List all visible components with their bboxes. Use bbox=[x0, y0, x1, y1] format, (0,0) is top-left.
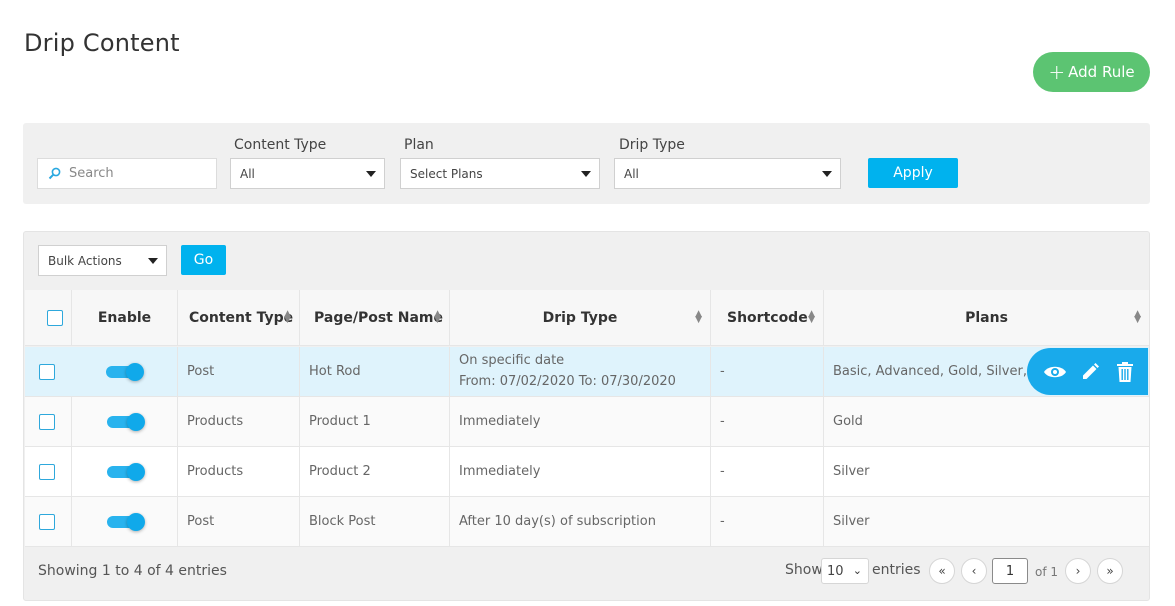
page-count-label: of 1 bbox=[1035, 565, 1059, 579]
drip-type-detail: From: 07/02/2020 To: 07/30/2020 bbox=[459, 374, 676, 389]
prev-page-button[interactable]: ‹ bbox=[961, 558, 987, 584]
enable-toggle[interactable] bbox=[107, 462, 145, 481]
search-placeholder: Search bbox=[69, 166, 114, 181]
content-type-select[interactable]: All bbox=[230, 158, 385, 189]
page-length-value: 10 bbox=[827, 563, 844, 579]
table-header: Enable Content Type ▲ ▼ Page/Post Name ▲ ▼… bbox=[25, 290, 1149, 346]
caret-down-icon bbox=[581, 171, 591, 177]
sort-icon: ▲ ▼ bbox=[284, 309, 291, 325]
next-page-button[interactable]: › bbox=[1065, 558, 1091, 584]
header-enable: Enable bbox=[71, 290, 177, 345]
drip-type-value: All bbox=[624, 166, 639, 181]
plan-value: Select Plans bbox=[410, 166, 483, 181]
row-checkbox[interactable] bbox=[39, 363, 55, 380]
bulk-actions-value: Bulk Actions bbox=[48, 253, 122, 268]
table-row[interactable]: Products Product 2 Immediately - Silver bbox=[25, 447, 1149, 497]
header-checkbox-cell bbox=[25, 290, 71, 345]
drip-type-select[interactable]: All bbox=[614, 158, 841, 189]
name-cell: Block Post bbox=[299, 497, 449, 546]
table-row[interactable]: Products Product 1 Immediately - Gold bbox=[25, 397, 1149, 447]
table-row[interactable]: Post Block Post After 10 day(s) of subsc… bbox=[25, 497, 1149, 547]
shortcode-cell: - bbox=[710, 397, 823, 446]
enable-toggle[interactable] bbox=[107, 412, 145, 431]
content-type-cell: Products bbox=[177, 397, 299, 446]
add-rule-label: Add Rule bbox=[1068, 63, 1135, 81]
caret-down-icon bbox=[148, 258, 158, 264]
sort-icon: ▲ ▼ bbox=[1134, 309, 1141, 325]
table-row[interactable]: Post Hot Rod On specific date From: 07/0… bbox=[25, 347, 1149, 397]
header-plans[interactable]: Plans ▲ ▼ bbox=[823, 290, 1149, 345]
caret-down-icon bbox=[366, 171, 376, 177]
apply-button[interactable]: Apply bbox=[868, 158, 958, 188]
table-panel: Bulk Actions Go Enable Content Type ▲ ▼ P… bbox=[23, 231, 1150, 601]
show-label: Show bbox=[785, 562, 823, 578]
caret-down-icon bbox=[822, 171, 832, 177]
header-shortcode-label: Shortcode bbox=[727, 309, 808, 326]
row-checkbox[interactable] bbox=[39, 463, 55, 480]
header-page-post-name[interactable]: Page/Post Name ▲ ▼ bbox=[299, 290, 449, 345]
shortcode-cell: - bbox=[710, 347, 823, 396]
shortcode-cell: - bbox=[710, 497, 823, 546]
shortcode-cell: - bbox=[710, 447, 823, 496]
drip-type-cell: On specific date From: 07/02/2020 To: 07… bbox=[449, 347, 710, 396]
go-button[interactable]: Go bbox=[181, 245, 226, 275]
plans-cell: Gold bbox=[823, 397, 1149, 446]
drip-type-cell: After 10 day(s) of subscription bbox=[449, 497, 710, 546]
plus-icon: + bbox=[1048, 60, 1066, 84]
pencil-icon[interactable] bbox=[1078, 360, 1102, 384]
name-cell: Product 2 bbox=[299, 447, 449, 496]
drip-type-label: Drip Type bbox=[619, 137, 685, 153]
header-drip-type[interactable]: Drip Type ▲ ▼ bbox=[449, 290, 710, 345]
plans-cell: Silver bbox=[823, 497, 1149, 546]
content-type-label: Content Type bbox=[234, 137, 327, 153]
page-length-select[interactable]: 10 ⌄ bbox=[821, 558, 869, 584]
drip-type-cell: Immediately bbox=[449, 397, 710, 446]
content-type-value: All bbox=[240, 166, 255, 181]
header-shortcode[interactable]: Shortcode ▲ ▼ bbox=[710, 290, 823, 345]
drip-type-cell: Immediately bbox=[449, 447, 710, 496]
table-info: Showing 1 to 4 of 4 entries bbox=[38, 563, 227, 579]
header-page-post-name-label: Page/Post Name bbox=[314, 309, 443, 326]
sort-icon: ▲ ▼ bbox=[695, 309, 702, 325]
trash-icon[interactable] bbox=[1113, 360, 1137, 384]
row-actions bbox=[1027, 348, 1148, 395]
row-checkbox[interactable] bbox=[39, 413, 55, 430]
search-input[interactable]: Search bbox=[37, 158, 217, 189]
search-icon bbox=[48, 167, 61, 180]
enable-toggle[interactable] bbox=[106, 362, 144, 381]
chevron-down-icon: ⌄ bbox=[852, 564, 862, 577]
row-checkbox[interactable] bbox=[39, 513, 55, 530]
sort-icon: ▲ ▼ bbox=[808, 309, 815, 325]
drip-type-text: On specific date bbox=[459, 353, 565, 368]
content-type-cell: Post bbox=[177, 497, 299, 546]
select-all-checkbox[interactable] bbox=[47, 309, 63, 326]
header-plans-label: Plans bbox=[965, 309, 1008, 326]
page-number-input[interactable]: 1 bbox=[992, 558, 1028, 584]
plans-cell: Silver bbox=[823, 447, 1149, 496]
enable-toggle[interactable] bbox=[107, 512, 145, 531]
header-drip-type-label: Drip Type bbox=[542, 309, 618, 326]
last-page-button[interactable]: » bbox=[1097, 558, 1123, 584]
filter-panel: Search Content Type All Plan Select Plan… bbox=[23, 123, 1150, 204]
plan-select[interactable]: Select Plans bbox=[400, 158, 600, 189]
header-content-type-label: Content Type bbox=[189, 309, 294, 326]
add-rule-button[interactable]: + Add Rule bbox=[1033, 52, 1150, 92]
header-content-type[interactable]: Content Type ▲ ▼ bbox=[177, 290, 299, 345]
sort-icon: ▲ ▼ bbox=[434, 309, 441, 325]
content-type-cell: Products bbox=[177, 447, 299, 496]
bulk-actions-select[interactable]: Bulk Actions bbox=[38, 245, 167, 276]
entries-label: entries bbox=[872, 562, 921, 578]
first-page-button[interactable]: « bbox=[929, 558, 955, 584]
plan-label: Plan bbox=[404, 137, 434, 153]
page-title: Drip Content bbox=[24, 29, 180, 57]
name-cell: Product 1 bbox=[299, 397, 449, 446]
name-cell: Hot Rod bbox=[299, 347, 449, 396]
content-type-cell: Post bbox=[177, 347, 299, 396]
eye-icon[interactable] bbox=[1043, 360, 1067, 384]
